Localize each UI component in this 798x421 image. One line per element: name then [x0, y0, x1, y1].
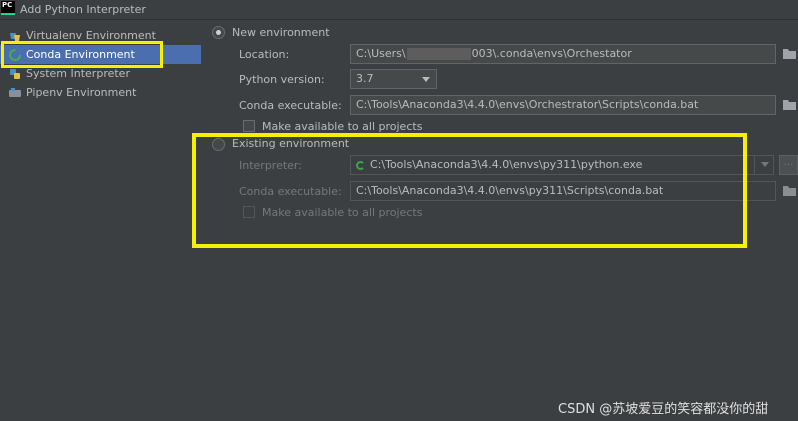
new-environment-radio[interactable]: [212, 26, 225, 39]
existing-make-available-checkbox[interactable]: [243, 206, 255, 218]
sidebar-item-label: System Interpreter: [26, 67, 130, 80]
interpreter-label: Interpreter:: [239, 159, 302, 172]
location-suffix: 003\.conda\envs\Orchestator: [471, 47, 632, 60]
make-available-checkbox[interactable]: [243, 120, 255, 132]
conda-executable-label: Conda executable:: [239, 99, 342, 112]
interpreter-combo[interactable]: C:\Tools\Anaconda3\4.4.0\envs\py311\pyth…: [350, 155, 774, 175]
existing-environment-radio[interactable]: [212, 138, 225, 151]
make-available-label: Make available to all projects: [262, 120, 423, 133]
location-field[interactable]: C:\Users\ 003\.conda\envs\Orchestator: [350, 44, 776, 64]
python-version-value: 3.7: [356, 72, 374, 85]
sidebar-item-virtualenv[interactable]: Virtualenv Environment: [0, 26, 201, 45]
window-title: Add Python Interpreter: [20, 3, 146, 16]
existing-make-available-label: Make available to all projects: [262, 206, 423, 219]
title-bar: PC Add Python Interpreter: [0, 0, 798, 20]
sidebar-item-label: Conda Environment: [26, 48, 135, 61]
python-version-select[interactable]: 3.7: [350, 69, 437, 89]
folder-icon[interactable]: [783, 99, 796, 110]
location-prefix: C:\Users\: [356, 47, 406, 60]
sidebar-item-label: Virtualenv Environment: [26, 29, 156, 42]
conda-icon: [356, 160, 365, 170]
folder-icon[interactable]: [783, 185, 796, 196]
folder-icon[interactable]: [783, 48, 796, 59]
watermark-text: CSDN @苏坡爱豆的笑容都没你的甜: [558, 402, 769, 417]
existing-conda-executable-field[interactable]: C:\Tools\Anaconda3\4.4.0\envs\py311\Scri…: [350, 181, 776, 201]
python-icon: [8, 67, 22, 81]
sidebar-item-conda[interactable]: Conda Environment: [0, 45, 201, 64]
conda-icon: [8, 48, 22, 62]
python-version-label: Python version:: [239, 73, 325, 86]
interpreter-value: C:\Tools\Anaconda3\4.4.0\envs\py311\pyth…: [370, 158, 643, 171]
interpreter-dropdown-button[interactable]: [754, 155, 774, 175]
existing-conda-executable-label: Conda executable:: [239, 185, 342, 198]
chevron-down-icon: [422, 77, 430, 82]
browse-interpreter-button[interactable]: ...: [779, 155, 798, 175]
sidebar-item-pipenv[interactable]: Pipenv Environment: [0, 83, 201, 102]
environment-type-sidebar: Virtualenv Environment Conda Environment…: [0, 24, 201, 421]
existing-environment-label: Existing environment: [232, 137, 350, 150]
sidebar-item-system-interpreter[interactable]: System Interpreter: [0, 64, 201, 83]
virtualenv-icon: [8, 29, 22, 43]
location-label: Location:: [239, 48, 290, 61]
new-environment-label: New environment: [232, 26, 330, 39]
conda-executable-field[interactable]: C:\Tools\Anaconda3\4.4.0\envs\Orchestrat…: [350, 95, 776, 115]
redacted-username: [406, 48, 471, 60]
sidebar-item-label: Pipenv Environment: [26, 86, 137, 99]
chevron-down-icon: [761, 162, 769, 167]
pipenv-icon: [8, 86, 22, 100]
pycharm-app-icon: PC: [1, 1, 15, 15]
